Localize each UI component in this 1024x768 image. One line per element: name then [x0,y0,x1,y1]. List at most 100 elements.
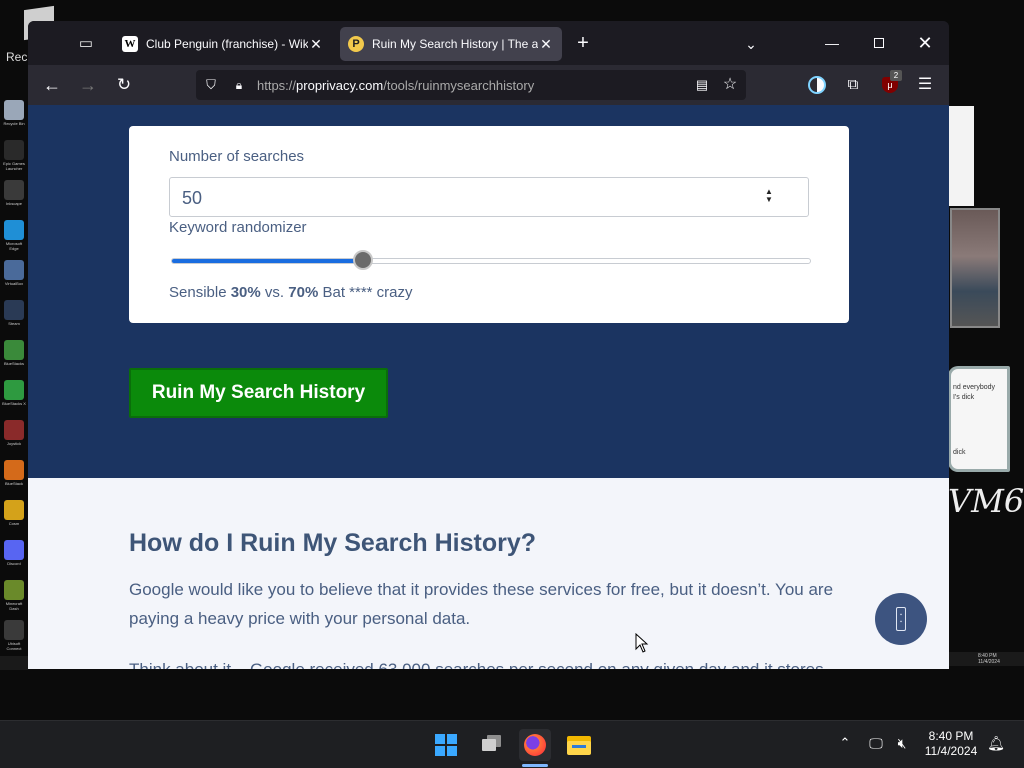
ruin-my-search-history-button[interactable]: Ruin My Search History [129,368,388,418]
privacy-extension-icon[interactable] [806,74,828,96]
desktop-icon-label: BlueStacks [3,361,24,366]
keyword-randomizer-label: Keyword randomizer [169,219,307,236]
sensible-label: Sensible [169,284,227,301]
desktop-icon-label: VirtualBox [4,281,24,286]
forward-arrow-icon[interactable]: → [76,73,100,97]
app-circle-icon[interactable] [4,620,24,640]
tab-bar: ▭ W Club Penguin (franchise) - Wiki ✕ P … [28,21,949,65]
url-text[interactable]: https://proprivacy.com/tools/ruinmysearc… [257,78,534,93]
number-of-searches-value: 50 [182,188,203,208]
maximize-icon[interactable] [867,31,891,55]
recycle-bin-icon[interactable] [4,100,24,120]
bluestacks-icon[interactable] [4,340,24,360]
file-explorer-icon[interactable] [563,729,595,761]
bookmark-star-icon[interactable]: ☆ [720,75,740,95]
minimize-icon[interactable]: — [820,31,844,55]
desktop-icon-label: BlueStacks X [2,401,26,406]
number-of-searches-select[interactable]: 50 ▲ ▼ [169,177,809,217]
slider-fill [172,259,364,263]
navigation-toolbar: ← → ↻ ⛉ 🔒︎ https://proprivacy.com/tools/… [28,65,949,105]
desktop-icon-label: Joystick [6,441,22,446]
active-app-indicator [522,764,548,767]
desktop-icon-label: Minecraft Dash [5,601,23,611]
epic-games-icon[interactable] [4,140,24,160]
desktop-icon-column: Recycle Bin Epic Games Launcher Inkscape Mi… [0,0,28,720]
clock-time: 8:40 PM [928,729,974,743]
app-red-icon[interactable] [4,420,24,440]
url-host: proprivacy.com [296,78,384,93]
second-paragraph: Think about it... Google received 63,000… [129,655,869,669]
new-tab-icon[interactable]: + [572,33,594,55]
tracking-shield-icon[interactable]: ⛉ [202,76,220,94]
mouse-cursor-icon [635,633,649,653]
intro-paragraph: Google would like you to believe that it… [129,580,834,628]
ublock-origin-icon[interactable]: μ 2 [879,70,902,96]
close-tab-icon[interactable]: ✕ [538,36,554,52]
close-window-icon[interactable]: ✕ [913,31,937,55]
desktop-icon-label: Inkscape [5,201,22,206]
volume-muted-icon[interactable]: 🔇︎ [892,733,912,753]
app-orange-icon[interactable] [4,460,24,480]
background-note: nd everybody I's dick dick [948,366,1010,472]
background-taskbar: 8:40 PM 11/4/2024 [948,652,1024,666]
close-tab-icon[interactable]: ✕ [308,36,324,52]
keyword-randomizer-slider[interactable] [171,258,811,264]
url-path: /tools/ruinmysearchhistory [383,78,535,93]
lock-icon[interactable]: 🔒︎ [230,76,248,94]
desktop-icon-label: Steam [8,321,20,326]
crazy-percent: 70% [288,284,319,301]
how-to-heading: How do I Ruin My Search History? [129,529,536,557]
sensible-percent: 30% [230,284,261,301]
background-window-area: nd everybody I's dick dick VM6 8:40 PM 1… [948,104,1024,666]
background-window-panel [948,106,974,206]
desktop-icon-label: BlueStack [4,481,23,486]
select-arrows-icon: ▲ ▼ [765,187,773,204]
slider-thumb[interactable] [353,250,373,270]
back-arrow-icon[interactable]: ← [40,73,64,97]
number-of-searches-label: Number of searches [169,148,305,165]
clock-date: 11/4/2024 [924,744,978,758]
settings-card: Number of searches 50 ▲ ▼ Keyword randomi… [129,126,849,323]
desktop-icon-label: Recycle Bin [3,121,25,126]
app-yellow-icon[interactable] [4,500,24,520]
extensions-puzzle-icon[interactable]: ⧉ [842,74,864,96]
tab-title: Club Penguin (franchise) - Wiki [146,37,308,51]
inkscape-icon[interactable] [4,180,24,200]
reload-icon[interactable]: ↻ [112,73,136,97]
firefox-window: ▭ W Club Penguin (franchise) - Wiki ✕ P … [28,21,949,669]
discord-icon[interactable] [4,540,24,560]
tab-ruin-my-search-history[interactable]: P Ruin My Search History | The an ✕ [340,27,562,61]
url-prefix: https:// [257,78,297,93]
app-green-icon[interactable] [4,380,24,400]
app-minecraft-icon[interactable] [4,580,24,600]
network-icon[interactable]: 🖵︎ [866,733,886,753]
vs-text: vs. [264,284,285,301]
page-content: Number of searches 50 ▲ ▼ Keyword randomi… [28,105,949,669]
tab-club-penguin[interactable]: W Club Penguin (franchise) - Wiki ✕ [114,27,332,61]
crazy-label: Bat **** crazy [322,284,413,301]
chevron-up-icon[interactable]: ⌃ [836,734,854,752]
task-view-icon[interactable] [475,729,507,761]
firefox-taskbar-icon[interactable] [519,729,551,761]
desktop-icon-label: Epic Games Launcher [3,161,25,171]
handwritten-text: VM6 [948,482,1024,520]
note-text-2: I's dick [953,394,975,401]
ublock-badge-count: 2 [890,70,902,81]
taskbar-clock[interactable]: 8:40 PM 11/4/2024 [920,729,982,759]
url-bar[interactable]: ⛉ 🔒︎ https://proprivacy.com/tools/ruinmy… [196,70,746,100]
notification-bell-icon[interactable]: 🔔︎ [986,733,1006,753]
firefox-view-icon[interactable]: ▭ [76,34,96,54]
background-photo [950,208,1000,328]
note-text-1: nd everybody [953,384,996,391]
desktop-icon-label: Cosm [8,521,20,526]
reader-view-icon[interactable]: ▤ [693,76,711,94]
start-windows-icon[interactable] [430,729,462,761]
hero-section: Number of searches 50 ▲ ▼ Keyword randomi… [28,105,949,478]
chevron-down-icon[interactable]: ⌄ [740,33,762,55]
floating-action-button[interactable]: ▪ ▪ [875,593,927,645]
tab-title: Ruin My Search History | The an [372,37,538,51]
edge-icon[interactable] [4,220,24,240]
steam-icon[interactable] [4,300,24,320]
virtualbox-icon[interactable] [4,260,24,280]
hamburger-menu-icon[interactable]: ☰ [914,74,936,96]
